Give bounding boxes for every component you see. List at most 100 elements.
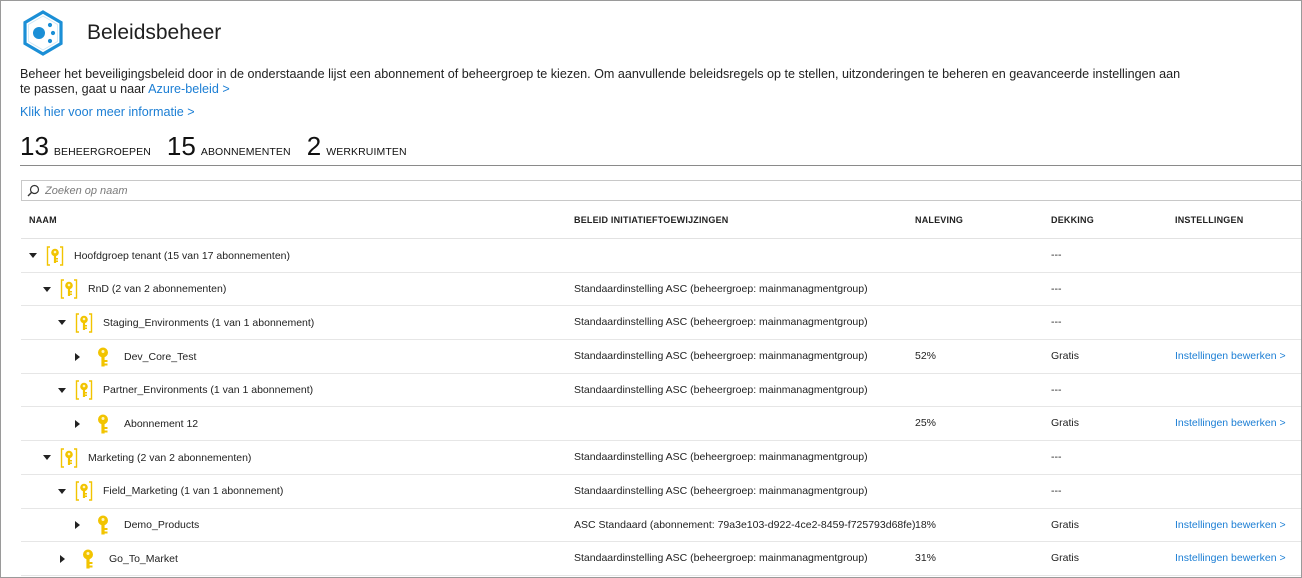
row-policy: Standaardinstelling ASC (beheergroep: ma…	[574, 484, 868, 497]
security-center-logo-icon	[23, 10, 63, 56]
row-name[interactable]: Staging_Environments (1 van 1 abonnement…	[103, 317, 314, 329]
row-name[interactable]: Go_To_Market	[109, 553, 178, 565]
search-input[interactable]	[43, 183, 643, 198]
table-row[interactable]: Abonnement 12 25% Gratis Instellingen bewer…	[21, 407, 1301, 442]
management-group-icon	[45, 245, 65, 267]
column-header-coverage[interactable]: DEKKING	[1051, 215, 1094, 225]
subscription-key-icon	[94, 346, 112, 368]
subscription-key-icon	[79, 548, 97, 570]
management-group-icon	[59, 447, 79, 469]
row-policy: Standaardinstelling ASC (beheergroep: ma…	[574, 383, 868, 396]
stat-management-groups: 13 BEHEERGROEPEN	[20, 131, 151, 161]
management-group-icon	[74, 312, 94, 334]
collapse-caret-icon[interactable]	[29, 253, 37, 258]
edit-settings-link[interactable]: Instellingen bewerken >	[1175, 519, 1286, 531]
column-header-policy[interactable]: BELEID INITIATIEFTOEWIJZINGEN	[574, 215, 728, 225]
row-name[interactable]: Field_Marketing (1 van 1 abonnement)	[103, 485, 283, 497]
stat-label: ABONNEMENTEN	[200, 146, 291, 158]
row-name-cell: Demo_Products	[73, 509, 199, 542]
row-name-cell: Go_To_Market	[58, 542, 178, 575]
row-policy: ASC Standaard (abonnement: 79a3e103-d922…	[574, 518, 916, 531]
row-policy: Standaardinstelling ASC (beheergroep: ma…	[574, 282, 868, 295]
table-row[interactable]: Demo_Products ASC Standaard (abonnement: …	[21, 509, 1301, 543]
row-compliance: 31%	[915, 552, 937, 565]
stat-value: 15	[166, 131, 196, 161]
row-compliance: 18%	[915, 518, 937, 531]
row-name-cell: Abonnement 12	[73, 407, 198, 440]
expand-caret-icon[interactable]	[60, 554, 65, 563]
row-name[interactable]: Partner_Environments (1 van 1 abonnement…	[103, 384, 313, 396]
row-coverage: Gratis	[1051, 350, 1080, 363]
row-name-cell: Partner_Environments (1 van 1 abonnement…	[58, 374, 313, 407]
search-box[interactable]	[21, 180, 1302, 201]
management-group-icon	[74, 480, 94, 502]
row-coverage: ---	[1051, 383, 1062, 396]
row-policy: Standaardinstelling ASC (beheergroep: ma…	[574, 451, 868, 464]
row-name-cell: Dev_Core_Test	[73, 340, 196, 373]
edit-settings-link[interactable]: Instellingen bewerken >	[1175, 552, 1286, 564]
policy-management-page: Beleidsbeheer Beheer het beveiligingsbel…	[0, 0, 1302, 578]
edit-settings-link[interactable]: Instellingen bewerken >	[1175, 350, 1286, 362]
stat-value: 13	[20, 131, 49, 161]
table-row[interactable]: Hoofdgroep tenant (15 van 17 abonnemente…	[21, 239, 1301, 273]
row-name[interactable]: Demo_Products	[124, 519, 199, 531]
stat-value: 2	[306, 131, 322, 161]
edit-settings-link[interactable]: Instellingen bewerken >	[1175, 417, 1286, 429]
stat-subscriptions: 15 ABONNEMENTEN	[167, 131, 291, 161]
row-compliance: 25%	[915, 417, 937, 430]
stat-workspaces: 2 WERKRUIMTEN	[307, 131, 407, 161]
row-policy: Standaardinstelling ASC (beheergroep: ma…	[574, 316, 868, 329]
more-info-link[interactable]: Klik hier voor meer informatie >	[20, 105, 195, 119]
row-name-cell: Field_Marketing (1 van 1 abonnement)	[58, 475, 283, 508]
collapse-caret-icon[interactable]	[43, 455, 51, 461]
row-name-cell: Staging_Environments (1 van 1 abonnement…	[58, 306, 314, 339]
row-coverage: Gratis	[1051, 518, 1080, 531]
stat-label: BEHEERGROEPEN	[53, 146, 151, 158]
row-name[interactable]: Dev_Core_Test	[124, 351, 196, 363]
page-header: Beleidsbeheer	[21, 10, 221, 56]
row-name[interactable]: Abonnement 12	[124, 418, 198, 430]
row-name-cell: RnD (2 van 2 abonnementen)	[43, 273, 226, 306]
expand-caret-icon[interactable]	[75, 419, 80, 428]
collapse-caret-icon[interactable]	[43, 286, 51, 292]
row-policy: Standaardinstelling ASC (beheergroep: ma…	[574, 552, 868, 565]
management-group-icon	[74, 379, 94, 401]
expand-caret-icon[interactable]	[75, 521, 80, 529]
collapse-caret-icon[interactable]	[58, 320, 66, 326]
row-compliance: 52%	[915, 350, 937, 363]
table-row[interactable]: Go_To_Market Standaardinstelling ASC (beh…	[21, 542, 1301, 576]
expand-caret-icon[interactable]	[75, 352, 80, 361]
table-row[interactable]: RnD (2 van 2 abonnementen) Standaardinste…	[21, 273, 1301, 307]
row-coverage: ---	[1051, 249, 1062, 261]
table-row[interactable]: Marketing (2 van 2 abonnementen) Standaar…	[21, 441, 1301, 475]
azure-policy-link[interactable]: Azure-beleid >	[148, 82, 230, 96]
column-header-name[interactable]: NAAM	[29, 215, 57, 225]
subscription-key-icon	[94, 514, 112, 536]
row-coverage: ---	[1051, 316, 1062, 329]
row-name[interactable]: Marketing (2 van 2 abonnementen)	[88, 452, 251, 464]
divider	[20, 165, 1301, 166]
search-icon	[27, 184, 40, 197]
table-header: NAAM BELEID INITIATIEFTOEWIJZINGEN NALEV…	[21, 201, 1301, 239]
row-coverage: ---	[1051, 451, 1062, 464]
column-header-settings[interactable]: INSTELLINGEN	[1175, 215, 1243, 225]
stat-label: WERKRUIMTEN	[326, 146, 407, 158]
page-description: Beheer het beveiligingsbeleid door in de…	[20, 67, 1190, 97]
table-row[interactable]: Dev_Core_Test Standaardinstelling ASC (be…	[21, 340, 1301, 374]
column-header-compliance[interactable]: NALEVING	[915, 215, 963, 225]
page-title: Beleidsbeheer	[87, 21, 222, 44]
row-coverage: ---	[1051, 282, 1062, 295]
summary-stats: 13 BEHEERGROEPEN 15 ABONNEMENTEN 2 WERKR…	[20, 131, 423, 161]
row-coverage: Gratis	[1051, 552, 1080, 565]
row-coverage: Gratis	[1051, 417, 1080, 430]
policy-table-body: Hoofdgroep tenant (15 van 17 abonnemente…	[21, 239, 1301, 576]
row-policy: Standaardinstelling ASC (beheergroep: ma…	[574, 350, 868, 363]
collapse-caret-icon[interactable]	[58, 488, 66, 494]
table-row[interactable]: Staging_Environments (1 van 1 abonnement…	[21, 306, 1301, 341]
table-row[interactable]: Field_Marketing (1 van 1 abonnement) Stan…	[21, 475, 1301, 509]
row-name[interactable]: Hoofdgroep tenant (15 van 17 abonnemente…	[74, 250, 290, 262]
row-coverage: ---	[1051, 484, 1062, 497]
row-name[interactable]: RnD (2 van 2 abonnementen)	[88, 283, 226, 295]
collapse-caret-icon[interactable]	[58, 387, 66, 393]
table-row[interactable]: Partner_Environments (1 van 1 abonnement…	[21, 374, 1301, 408]
